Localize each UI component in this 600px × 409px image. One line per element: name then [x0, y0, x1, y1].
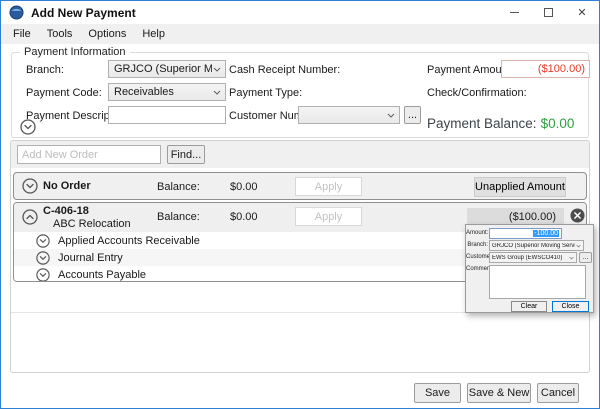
cancel-button[interactable]: Cancel [537, 383, 579, 403]
minimize-button[interactable] [497, 1, 531, 24]
payment-balance: Payment Balance: $0.00 [427, 116, 574, 131]
unapplied-amount-button[interactable]: Unapplied Amount [474, 177, 566, 197]
popup-comments-label: Comments: [466, 266, 488, 272]
menu-tools[interactable]: Tools [39, 25, 81, 43]
chevron-down-icon [212, 90, 222, 95]
remove-amount-button close-circle-icon[interactable] [570, 208, 585, 223]
balance-value: $0.00 [230, 181, 258, 193]
apply-button[interactable]: Apply [295, 177, 362, 196]
add-new-order-input[interactable] [17, 145, 161, 164]
window-title: Add New Payment [31, 6, 136, 20]
popup-amount-label: Amount: [466, 230, 488, 236]
selected-text: -100.00 [533, 230, 559, 237]
app-globe-icon [9, 5, 24, 20]
payment-description-input[interactable] [108, 106, 226, 124]
check-confirmation-label: Check/Confirmation: [427, 84, 527, 102]
popup-customer-label: Customer: [466, 254, 488, 260]
chevron-down-circle-icon[interactable] [36, 251, 50, 265]
popup-branch-dropdown[interactable]: GRJCO (Superior Moving Services of CO) [489, 240, 584, 251]
menu-bar: File Tools Options Help [1, 24, 599, 44]
chevron-up-circle-icon[interactable] [22, 209, 38, 225]
payment-code-dropdown[interactable]: Receivables [108, 83, 226, 101]
section-label: Journal Entry [58, 252, 123, 264]
payment-balance-label: Payment Balance: [427, 116, 537, 131]
applied-amount-box[interactable]: ($100.00) [467, 208, 564, 225]
payment-code-label: Payment Code: [26, 84, 102, 102]
close-button[interactable]: ✕ [565, 1, 599, 24]
balance-value: $0.00 [230, 211, 258, 223]
menu-help[interactable]: Help [134, 25, 173, 43]
branch-dropdown[interactable]: GRJCO (Superior Movir [108, 60, 226, 78]
chevron-down-icon [386, 113, 396, 118]
apply-button[interactable]: Apply [295, 207, 362, 226]
payment-info-expander chevron-down-circle-icon[interactable] [20, 119, 36, 135]
maximize-button[interactable] [531, 1, 565, 24]
payment-balance-value: $0.00 [541, 116, 575, 131]
payment-information-panel: Payment Information Branch: GRJCO (Super… [11, 52, 589, 138]
chevron-down-icon [212, 67, 222, 72]
minimize-icon [510, 12, 519, 13]
balance-label: Balance: [157, 211, 200, 223]
chevron-down-circle-icon[interactable] [22, 178, 38, 194]
chevron-down-circle-icon[interactable] [36, 234, 50, 248]
customer-number-browse-button[interactable]: ... [404, 106, 421, 124]
menu-file[interactable]: File [5, 25, 39, 43]
balance-label: Balance: [157, 181, 200, 193]
branch-label: Branch: [26, 61, 64, 79]
amount-editor-popup: Amount: -100.00 Branch: GRJCO (Superior … [465, 224, 594, 313]
customer-number-dropdown[interactable] [298, 106, 400, 124]
no-order-title: No Order [43, 180, 91, 192]
maximize-icon [544, 8, 553, 17]
save-button[interactable]: Save [414, 383, 461, 403]
titlebar: Add New Payment ✕ [1, 1, 599, 24]
popup-customer-dropdown[interactable]: EWS Group (EWSCO410) [489, 252, 577, 263]
popup-clear-button[interactable]: Clear [511, 301, 547, 312]
menu-options[interactable]: Options [80, 25, 134, 43]
save-and-new-button[interactable]: Save & New [467, 383, 531, 403]
cash-receipt-number-label: Cash Receipt Number: [229, 61, 340, 79]
popup-customer-browse-button[interactable]: ... [579, 252, 592, 263]
popup-comments-textarea[interactable] [489, 265, 586, 299]
add-new-payment-window: Add New Payment ✕ File Tools Options Hel… [0, 0, 600, 409]
chevron-down-icon [568, 256, 574, 260]
panel-title: Payment Information [20, 46, 130, 58]
order-number: C-406-18 [43, 205, 89, 217]
chevron-down-circle-icon[interactable] [36, 268, 50, 282]
section-label: Applied Accounts Receivable [58, 235, 200, 247]
order-search-bar: Find... [11, 141, 589, 168]
section-label: Accounts Payable [58, 269, 146, 281]
payment-amount-input[interactable] [501, 60, 590, 78]
payment-type-label: Payment Type: [229, 84, 302, 102]
popup-branch-label: Branch: [466, 242, 488, 248]
order-name: ABC Relocation [53, 218, 131, 230]
chevron-down-icon [575, 244, 581, 248]
find-button[interactable]: Find... [167, 145, 205, 164]
order-row-no-order: No Order Balance: $0.00 Apply Unapplied … [13, 172, 587, 200]
popup-amount-input[interactable]: -100.00 [489, 228, 562, 239]
popup-close-button[interactable]: Close [552, 301, 589, 312]
